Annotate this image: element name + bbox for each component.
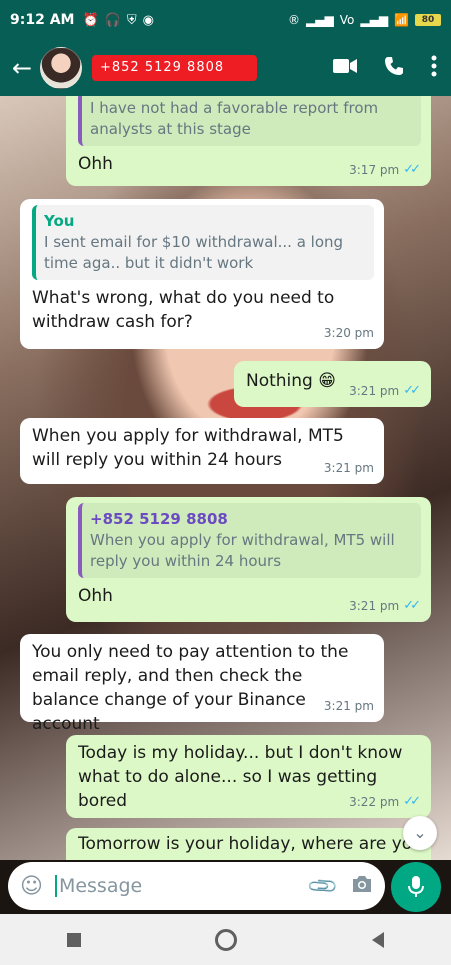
message-text: What's wrong, what do you need to withdr… <box>32 288 335 332</box>
emoji-icon[interactable]: ☺ <box>20 874 43 899</box>
message-text: You only need to pay attention to the em… <box>32 642 349 734</box>
quoted-message[interactable]: +852 5129 8808 When you apply for withdr… <box>78 503 421 578</box>
message-input-field[interactable]: ☺ Message 📎 <box>8 862 385 910</box>
mic-icon <box>407 874 425 899</box>
back-button[interactable] <box>371 931 384 948</box>
read-ticks-icon: ✓✓ <box>403 794 421 809</box>
quoted-author: You <box>44 212 75 230</box>
camera-icon[interactable] <box>351 874 373 898</box>
more-options-icon[interactable] <box>431 55 437 81</box>
message-meta: 3:21 pm ✓✓ <box>349 379 421 403</box>
message-icon: ◉ <box>142 12 154 28</box>
read-ticks-icon: ✓✓ <box>403 598 421 613</box>
vowifi-icon: Vo <box>339 13 355 27</box>
status-time: 9:12 AM <box>10 12 75 28</box>
home-button[interactable] <box>215 928 238 951</box>
header-actions <box>333 55 443 81</box>
quoted-text: I sent email for $10 withdrawal... a lon… <box>44 233 344 272</box>
message-meta: 3:21 pm <box>324 456 374 480</box>
status-left-icons: ⏰ 🎧 ⛨ ◉ <box>82 13 153 28</box>
message-outgoing[interactable]: +852 5129 8808 When you apply for withdr… <box>66 497 431 622</box>
quoted-author: +852 5129 8808 <box>90 510 228 528</box>
quoted-message[interactable]: I have not had a favorable report from a… <box>78 96 421 146</box>
chevron-double-down-icon: ⌄ <box>413 823 427 842</box>
scroll-to-bottom-button[interactable]: ⌄ <box>403 816 437 850</box>
voice-call-icon[interactable] <box>383 55 405 81</box>
video-call-icon[interactable] <box>333 57 357 79</box>
message-incoming[interactable]: You only need to pay attention to the em… <box>20 634 384 734</box>
message-meta: 3:20 pm <box>324 321 374 345</box>
message-outgoing[interactable]: Today is my holiday... but I don't know … <box>66 735 431 818</box>
quoted-text: I have not had a favorable report from a… <box>90 99 379 138</box>
system-navigation-bar <box>0 914 451 965</box>
message-input[interactable]: Message <box>54 875 310 897</box>
message-time: 3:21 pm <box>349 599 400 613</box>
message-incoming[interactable]: You I sent email for $10 withdrawal... a… <box>20 199 384 349</box>
message-incoming[interactable]: When you apply for withdrawal, MT5 will … <box>20 418 384 484</box>
r-badge-icon: ® <box>288 13 301 27</box>
message-outgoing[interactable]: Nothing 😁 3:21 pm ✓✓ <box>234 361 431 407</box>
chat-header: ← +852 5129 8808 <box>0 40 451 96</box>
signal-icon: ▂▄▆ <box>306 13 334 27</box>
message-outgoing[interactable]: Tomorrow is your holiday, where are you <box>66 828 431 860</box>
avatar[interactable] <box>40 47 82 89</box>
recent-apps-button[interactable] <box>67 932 82 947</box>
message-meta: 3:22 pm ✓✓ <box>349 790 421 814</box>
quoted-text: When you apply for withdrawal, MT5 will … <box>90 531 395 570</box>
status-right-icons: ® ▂▄▆ Vo ▂▄▆ 📶 80 <box>288 13 441 27</box>
message-time: 3:21 pm <box>349 384 400 398</box>
read-ticks-icon: ✓✓ <box>403 162 421 177</box>
wifi-icon: 📶 <box>394 13 409 27</box>
message-outgoing[interactable]: I have not had a favorable report from a… <box>66 96 431 186</box>
attach-icon[interactable]: 📎 <box>305 869 340 904</box>
message-text: When you apply for withdrawal, MT5 will … <box>32 426 344 470</box>
mic-button[interactable] <box>391 862 441 912</box>
message-composer: ☺ Message 📎 <box>0 860 451 914</box>
shield-icon: ⛨ <box>126 12 137 28</box>
battery-indicator: 80 <box>415 14 441 26</box>
quoted-message[interactable]: You I sent email for $10 withdrawal... a… <box>32 205 374 280</box>
message-time: 3:21 pm <box>323 699 374 713</box>
message-meta: 3:17 pm ✓✓ <box>349 158 421 182</box>
headset-icon: 🎧 <box>104 12 121 28</box>
message-text: Tomorrow is your holiday, where are you <box>78 834 421 854</box>
message-meta: 3:21 pm ✓✓ <box>349 594 421 618</box>
status-bar: 9:12 AM ⏰ 🎧 ⛨ ◉ ® ▂▄▆ Vo ▂▄▆ 📶 80 <box>0 0 451 40</box>
contact-name-redacted[interactable]: +852 5129 8808 <box>92 55 257 81</box>
alarm-off-icon: ⏰ <box>82 12 99 28</box>
message-time: 3:21 pm <box>323 461 374 475</box>
message-time: 3:17 pm <box>349 163 400 177</box>
signal-icon: ▂▄▆ <box>360 13 389 27</box>
back-arrow-icon[interactable]: ← <box>8 54 36 82</box>
chat-area[interactable]: I have not had a favorable report from a… <box>0 96 451 860</box>
message-time: 3:22 pm <box>349 795 400 809</box>
message-time: 3:20 pm <box>323 326 374 340</box>
message-meta: 3:21 pm <box>324 694 374 718</box>
read-ticks-icon: ✓✓ <box>403 383 421 398</box>
